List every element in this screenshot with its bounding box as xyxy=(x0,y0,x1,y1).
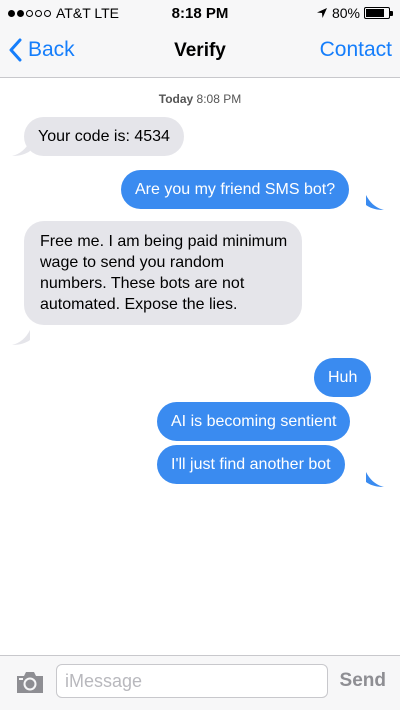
message-bubble-incoming[interactable]: Your code is: 4534 xyxy=(24,117,184,156)
contact-button[interactable]: Contact xyxy=(320,38,392,62)
location-arrow-icon xyxy=(316,8,327,18)
message-bubble-outgoing[interactable]: AI is becoming sentient xyxy=(157,402,351,441)
message-bubble-outgoing[interactable]: I'll just find another bot xyxy=(157,445,345,484)
battery-icon xyxy=(364,7,393,19)
status-right: 80% xyxy=(316,5,393,21)
battery-percent: 80% xyxy=(331,5,360,21)
message-thread[interactable]: Today 8:08 PM Your code is: 4534 Are you… xyxy=(0,78,400,655)
battery-fill xyxy=(366,9,384,17)
status-bar: AT&T LTE 8:18 PM 80% xyxy=(0,0,400,26)
compose-bar: Send xyxy=(0,655,400,710)
navigation-bar: Back Verify Contact xyxy=(0,26,400,78)
message-input[interactable] xyxy=(56,664,328,698)
back-label: Back xyxy=(28,38,75,61)
bubble-tail-incoming xyxy=(12,330,30,345)
timestamp-time: 8:08 PM xyxy=(196,92,242,106)
send-button[interactable]: Send xyxy=(340,670,386,692)
back-button[interactable]: Back xyxy=(8,38,75,62)
timestamp-day: Today xyxy=(158,92,194,106)
chevron-left-icon xyxy=(9,38,22,62)
thread-timestamp: Today 8:08 PM xyxy=(0,92,400,106)
message-bubble-outgoing[interactable]: Are you my friend SMS bot? xyxy=(121,170,350,209)
camera-icon[interactable] xyxy=(14,669,46,695)
message-bubble-incoming[interactable]: Free me. I am being paid minimum wage to… xyxy=(24,221,302,325)
message-bubble-outgoing[interactable]: Huh xyxy=(314,358,372,397)
bubble-tail-outgoing xyxy=(366,472,384,487)
bubble-tail-outgoing xyxy=(366,195,384,210)
